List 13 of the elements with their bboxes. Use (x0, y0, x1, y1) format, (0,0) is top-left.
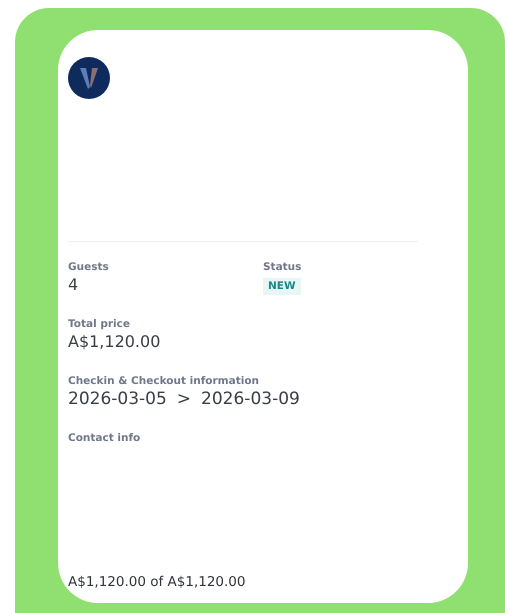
guests-value: 4 (68, 274, 80, 296)
status-label: Status (263, 260, 302, 274)
paid-summary: A$1,120.00 of A$1,120.00 (68, 573, 246, 591)
date-separator: > (176, 388, 192, 410)
guests-label: Guests (68, 260, 110, 274)
total-price-value: A$1,120.00 (68, 331, 162, 353)
dates-label: Checkin & Checkout information (68, 374, 260, 388)
checkin-date: 2026-03-05 (68, 388, 167, 410)
checkout-date: 2026-03-09 (201, 388, 300, 410)
total-price-label: Total price (68, 317, 131, 331)
status-badge: NEW (263, 278, 301, 295)
logo-icon (68, 57, 110, 99)
contact-info-label: Contact info (68, 431, 142, 445)
